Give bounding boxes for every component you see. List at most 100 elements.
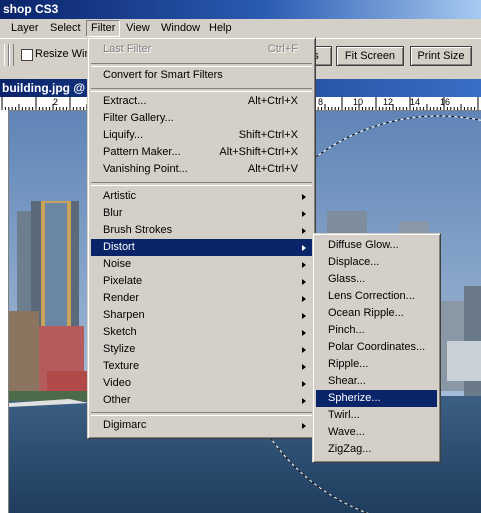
menu-item-stylize[interactable]: Stylize <box>91 341 312 358</box>
menu-item-label: Render <box>103 292 140 304</box>
submenu-arrow-icon <box>302 211 306 217</box>
menu-item-label: Sketch <box>103 326 137 338</box>
menu-item-lens-correction[interactable]: Lens Correction... <box>316 288 437 305</box>
menu-item-liquify[interactable]: Liquify... Shift+Ctrl+X <box>91 127 312 144</box>
menu-item-digimarc[interactable]: Digimarc <box>91 417 312 434</box>
menu-item-extract[interactable]: Extract... Alt+Ctrl+X <box>91 93 312 110</box>
menu-item-shortcut: Alt+Ctrl+X <box>247 95 298 107</box>
menu-item-render[interactable]: Render <box>91 290 312 307</box>
menu-item-zigzag[interactable]: ZigZag... <box>316 441 437 458</box>
menu-item-label: Distort <box>103 241 135 253</box>
menu-item-pinch[interactable]: Pinch... <box>316 322 437 339</box>
ruler-number: 16 <box>440 97 451 107</box>
distort-submenu: Diffuse Glow... Displace... Glass... Len… <box>312 233 441 463</box>
menu-item-shortcut: Alt+Ctrl+V <box>247 163 298 175</box>
menu-item-label: Pinch... <box>328 324 365 336</box>
menu-item-spherize[interactable]: Spherize... <box>316 390 437 407</box>
menu-item-artistic[interactable]: Artistic <box>91 188 312 205</box>
ruler-number: 14 <box>410 97 421 107</box>
vertical-ruler[interactable] <box>0 110 9 513</box>
resize-windows-checkbox[interactable] <box>21 49 33 61</box>
toolbar-grip-2 <box>9 44 14 66</box>
menu-item-label: Glass... <box>328 273 366 285</box>
submenu-arrow-icon <box>302 364 306 370</box>
menu-item-ripple[interactable]: Ripple... <box>316 356 437 373</box>
menu-select[interactable]: Select <box>46 21 85 36</box>
menu-separator <box>91 88 312 92</box>
menu-item-label: Filter Gallery... <box>103 112 174 124</box>
menu-item-label: Ocean Ripple... <box>328 307 404 319</box>
menu-item-brush-strokes[interactable]: Brush Strokes <box>91 222 312 239</box>
menu-window[interactable]: Window <box>157 21 204 36</box>
submenu-arrow-icon <box>302 381 306 387</box>
menu-item-label: Pattern Maker... <box>103 146 181 158</box>
submenu-arrow-icon <box>302 330 306 336</box>
menu-item-video[interactable]: Video <box>91 375 312 392</box>
menu-item-label: Extract... <box>103 95 147 107</box>
menu-item-label: Digimarc <box>103 419 147 431</box>
menu-bar: Layer Select Filter View Window Help <box>0 19 481 38</box>
menu-item-convert-smart-filters[interactable]: Convert for Smart Filters <box>91 67 312 84</box>
menu-item-label: Stylize <box>103 343 136 355</box>
menu-item-label: Blur <box>103 207 123 219</box>
menu-item-label: Spherize... <box>328 392 381 404</box>
menu-item-polar-coordinates[interactable]: Polar Coordinates... <box>316 339 437 356</box>
menu-help[interactable]: Help <box>205 21 236 36</box>
menu-item-label: Vanishing Point... <box>103 163 188 175</box>
menu-item-label: Brush Strokes <box>103 224 173 236</box>
menu-item-blur[interactable]: Blur <box>91 205 312 222</box>
menu-item-sketch[interactable]: Sketch <box>91 324 312 341</box>
ruler-number: 8 <box>318 97 324 107</box>
menu-item-shear[interactable]: Shear... <box>316 373 437 390</box>
submenu-arrow-icon <box>302 279 306 285</box>
menu-item-label: Sharpen <box>103 309 145 321</box>
menu-item-twirl[interactable]: Twirl... <box>316 407 437 424</box>
submenu-arrow-icon <box>302 194 306 200</box>
menu-filter[interactable]: Filter <box>86 20 121 37</box>
menu-item-label: Convert for Smart Filters <box>103 69 223 81</box>
menu-item-label: Shear... <box>328 375 366 387</box>
print-size-button[interactable]: Print Size <box>410 46 472 66</box>
menu-item-label: ZigZag... <box>328 443 372 455</box>
ruler-number: 10 <box>353 97 364 107</box>
menu-item-shortcut: Ctrl+F <box>267 43 298 55</box>
ruler-number: 12 <box>383 97 394 107</box>
submenu-arrow-icon <box>302 423 306 429</box>
menu-item-pixelate[interactable]: Pixelate <box>91 273 312 290</box>
menu-item-label: Pixelate <box>103 275 143 287</box>
document-title: building.jpg @ 2 <box>2 81 96 95</box>
menu-item-other[interactable]: Other <box>91 392 312 409</box>
menu-item-ocean-ripple[interactable]: Ocean Ripple... <box>316 305 437 322</box>
submenu-arrow-icon <box>302 245 306 251</box>
menu-separator <box>91 182 312 186</box>
menu-item-label: Noise <box>103 258 132 270</box>
submenu-arrow-icon <box>302 228 306 234</box>
menu-item-texture[interactable]: Texture <box>91 358 312 375</box>
menu-item-wave[interactable]: Wave... <box>316 424 437 441</box>
menu-layer[interactable]: Layer <box>7 21 43 36</box>
menu-item-pattern-maker[interactable]: Pattern Maker... Alt+Shift+Ctrl+X <box>91 144 312 161</box>
menu-item-vanishing-point[interactable]: Vanishing Point... Alt+Ctrl+V <box>91 161 312 178</box>
menu-item-label: Wave... <box>328 426 365 438</box>
menu-item-displace[interactable]: Displace... <box>316 254 437 271</box>
menu-item-label: Artistic <box>103 190 136 202</box>
submenu-arrow-icon <box>302 313 306 319</box>
menu-item-label: Lens Correction... <box>328 290 415 302</box>
menu-item-label: Displace... <box>328 256 380 268</box>
menu-item-shortcut: Alt+Shift+Ctrl+X <box>219 146 298 158</box>
menu-item-noise[interactable]: Noise <box>91 256 312 273</box>
filter-menu: Last Filter Ctrl+F Convert for Smart Fil… <box>87 37 316 439</box>
menu-view[interactable]: View <box>122 21 154 36</box>
menu-item-distort[interactable]: Distort <box>91 239 312 256</box>
fit-screen-button[interactable]: Fit Screen <box>336 46 404 66</box>
menu-item-sharpen[interactable]: Sharpen <box>91 307 312 324</box>
menu-item-label: Twirl... <box>328 409 360 421</box>
menu-item-diffuse-glow[interactable]: Diffuse Glow... <box>316 237 437 254</box>
menu-item-filter-gallery[interactable]: Filter Gallery... <box>91 110 312 127</box>
ruler-number: 2 <box>53 97 59 107</box>
menu-item-glass[interactable]: Glass... <box>316 271 437 288</box>
menu-item-shortcut: Shift+Ctrl+X <box>238 129 298 141</box>
app-title: shop CS3 <box>3 2 59 16</box>
menu-item-label: Texture <box>103 360 140 372</box>
menu-separator <box>91 412 312 416</box>
